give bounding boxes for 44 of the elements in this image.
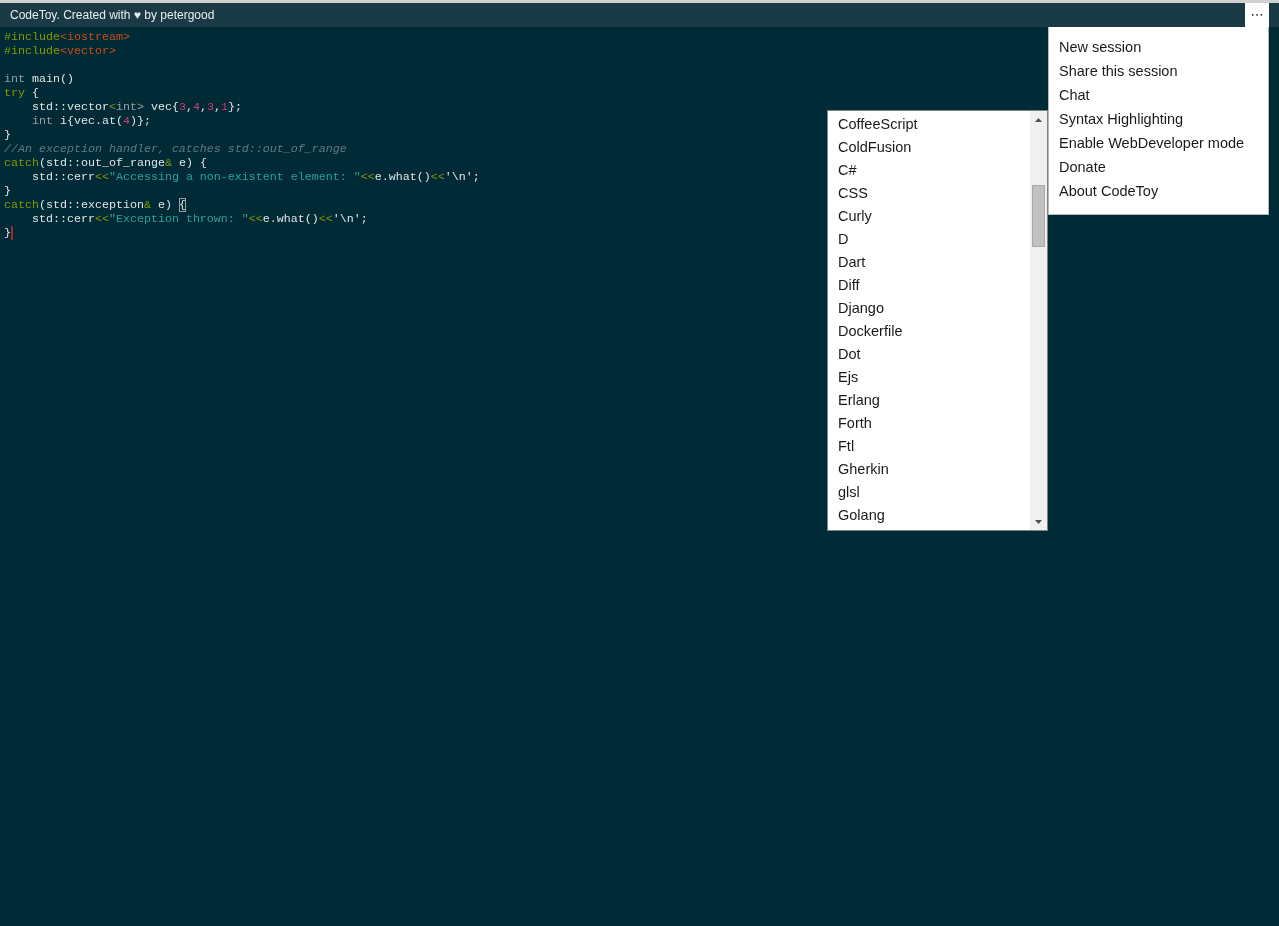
app-title: CodeToy. Created with ♥ by petergood [9,7,215,24]
language-option[interactable]: D [828,228,1030,251]
language-option[interactable]: Dart [828,251,1030,274]
code-line: std::cerr<<"Accessing a non-existent element: "<<e.what()<<'\n'; [30,170,480,184]
language-option[interactable]: Curly [828,205,1030,228]
language-option[interactable]: Ftl [828,435,1030,458]
code-line: std::vector<int> vec{3,4,3,1}; [30,100,242,114]
code-line: } [4,226,11,240]
language-option[interactable]: Dot [828,343,1030,366]
language-option[interactable]: CoffeeScript [828,113,1030,136]
language-option[interactable]: CSS [828,182,1030,205]
language-option[interactable]: Erlang [828,389,1030,412]
menu-item[interactable]: Enable WebDeveloper mode [1049,131,1268,155]
scrollbar[interactable] [1030,111,1047,530]
scrollbar-thumb[interactable] [1032,185,1045,247]
code-line: int main() [4,72,74,86]
code-line: #include<vector> [4,44,116,58]
language-option[interactable]: glsl [828,481,1030,504]
menu-item[interactable]: Donate [1049,155,1268,179]
code-line: int i{vec.at(4)}; [30,114,151,128]
language-option[interactable]: Django [828,297,1030,320]
menu-item[interactable]: Chat [1049,83,1268,107]
code-line: } [4,128,11,142]
code-comment: //An exception handler, catches std::out_of_range [4,142,347,156]
menu-item[interactable]: Share this session [1049,59,1268,83]
menu-item[interactable]: New session [1049,35,1268,59]
more-menu-button[interactable]: ⋯ [1245,3,1269,27]
language-option[interactable]: Forth [828,412,1030,435]
language-option[interactable]: Ejs [828,366,1030,389]
language-option[interactable]: Dockerfile [828,320,1030,343]
language-option[interactable]: C# [828,159,1030,182]
menu-item[interactable]: Syntax Highlighting [1049,107,1268,131]
menu-item[interactable]: About CodeToy [1049,179,1268,203]
code-line: } [4,184,11,198]
language-option[interactable]: Golang [828,504,1030,527]
language-option[interactable]: ColdFusion [828,136,1030,159]
text-cursor [11,226,13,240]
code-line: try { [4,86,39,100]
code-line: catch(std::exception& e) { [4,198,186,212]
code-line: #include<iostream> [4,30,130,44]
code-line: catch(std::out_of_range& e) { [4,156,207,170]
code-line: std::cerr<<"Exception thrown: "<<e.what()<<'\n'; [30,212,368,226]
language-option[interactable]: Diff [828,274,1030,297]
language-option[interactable]: Gherkin [828,458,1030,481]
